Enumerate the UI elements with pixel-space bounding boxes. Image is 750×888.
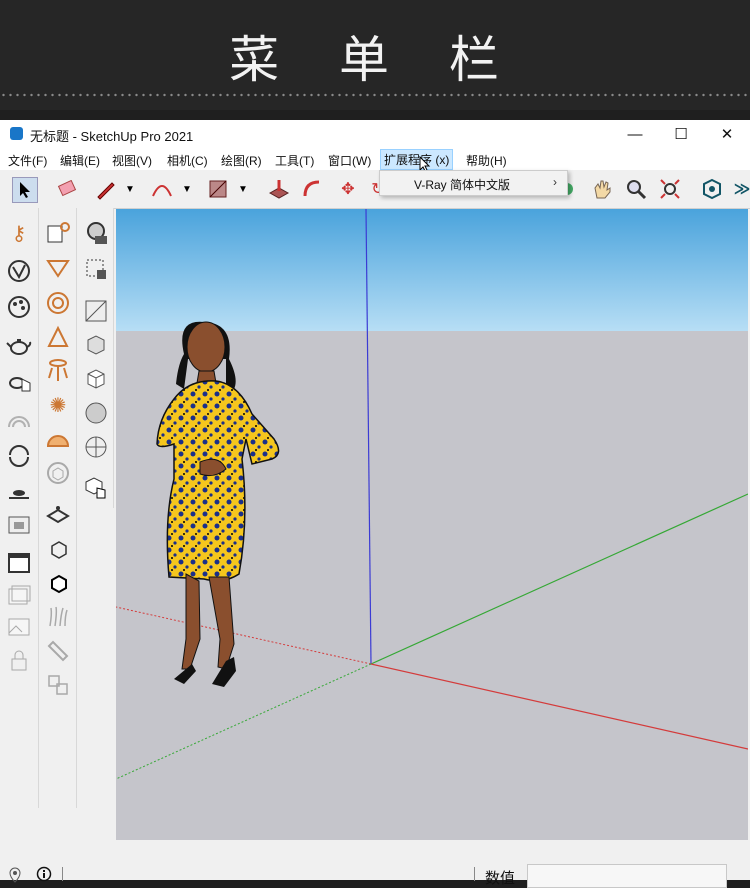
spot-light-icon[interactable]: [43, 322, 73, 352]
object-picker-icon[interactable]: [81, 472, 111, 502]
push-pull-icon[interactable]: [267, 177, 291, 201]
chevron-right-icon[interactable]: ≫: [730, 177, 750, 201]
menu-extensions[interactable]: 扩展程序 (x): [380, 149, 454, 170]
chevron-down-icon[interactable]: ▼: [118, 177, 142, 201]
extensions-dropdown: V-Ray 简体中文版 ›: [379, 170, 568, 196]
spherical-map-icon[interactable]: [81, 398, 111, 428]
key-icon[interactable]: ⚷: [4, 218, 34, 248]
pan-icon[interactable]: [590, 177, 614, 201]
title-bar: 无标题 - SketchUp Pro 2021 — ☐ ✕: [0, 120, 750, 148]
clipper-icon[interactable]: [43, 636, 73, 666]
banner: 菜 单 栏: [0, 0, 750, 110]
render-region-icon[interactable]: [4, 510, 34, 540]
cylindrical-map-icon[interactable]: [81, 432, 111, 462]
arc-icon[interactable]: [150, 177, 174, 201]
sketchup-window: 无标题 - SketchUp Pro 2021 — ☐ ✕ 文件(F) 编辑(E…: [0, 120, 750, 888]
planar-map-icon[interactable]: [81, 364, 111, 394]
menu-window[interactable]: 窗口(W): [325, 151, 374, 170]
proxy-import-icon[interactable]: [43, 568, 73, 598]
info-icon[interactable]: [36, 866, 52, 882]
status-divider: [62, 867, 63, 881]
menu-file[interactable]: 文件(F): [5, 151, 50, 170]
geo-location-icon[interactable]: [8, 867, 22, 883]
menu-camera[interactable]: 相机(C): [164, 151, 211, 170]
window-title: 无标题 - SketchUp Pro 2021: [30, 129, 194, 144]
image-icon[interactable]: [4, 612, 34, 642]
rainbow-icon[interactable]: [4, 404, 34, 434]
light-gen-icon[interactable]: [43, 218, 73, 248]
banner-title: 菜 单 栏: [229, 31, 521, 89]
close-button[interactable]: ✕: [704, 120, 750, 148]
menu-draw[interactable]: 绘图(R): [218, 151, 265, 170]
follow-me-icon[interactable]: [300, 177, 324, 201]
chevron-down-icon[interactable]: ▼: [231, 177, 255, 201]
eraser-icon[interactable]: [55, 177, 79, 201]
3d-viewport[interactable]: [116, 209, 748, 841]
status-bar: 数值: [0, 840, 750, 888]
left-toolbar-3: [77, 208, 114, 508]
vray-logo-icon[interactable]: [4, 256, 34, 286]
zoom-icon[interactable]: [624, 177, 648, 201]
fur-icon[interactable]: [43, 602, 73, 632]
menu-edit[interactable]: 编辑(E): [57, 151, 103, 170]
left-toolbar-1: ⚷: [0, 208, 39, 808]
window-icon[interactable]: [4, 548, 34, 578]
sphere-light-icon[interactable]: [43, 288, 73, 318]
main-toolbar: ▼ ▼ ▼ ✥ ↻ ≫: [0, 170, 750, 209]
measurement-label: 数值: [485, 870, 516, 887]
minimize-button[interactable]: —: [612, 120, 658, 148]
dome-light-icon[interactable]: [43, 424, 73, 454]
proxy-export-icon[interactable]: [43, 534, 73, 564]
ies-light-icon[interactable]: [43, 356, 73, 386]
chevron-down-icon[interactable]: ▼: [175, 177, 199, 201]
menu-bar: 文件(F) 编辑(E) 视图(V) 相机(C) 绘图(R) 工具(T) 窗口(W…: [0, 148, 750, 174]
status-divider: [474, 867, 475, 881]
submenu-arrow-icon: ›: [553, 175, 557, 189]
rectangle-icon[interactable]: [206, 177, 230, 201]
sketchup-logo-icon: [10, 127, 23, 140]
extension-warehouse-icon[interactable]: [700, 177, 724, 201]
omni-light-icon[interactable]: ✺: [43, 390, 73, 420]
move-icon[interactable]: ✥: [336, 177, 360, 201]
menu-view[interactable]: 视图(V): [109, 151, 155, 170]
menu-tools[interactable]: 工具(T): [272, 151, 317, 170]
teapot-icon[interactable]: [4, 330, 34, 360]
mesh-light-icon[interactable]: [43, 458, 73, 488]
box-map-icon[interactable]: [81, 330, 111, 360]
mesh-clipper-icon[interactable]: [43, 670, 73, 700]
scale-figure: [156, 321, 280, 687]
dropdown-item-vray[interactable]: V-Ray 简体中文版: [414, 176, 510, 193]
pencil-icon[interactable]: [94, 177, 118, 201]
texture-placement-icon[interactable]: [81, 296, 111, 326]
zoom-extents-icon[interactable]: [658, 177, 682, 201]
banner-divider: [0, 92, 750, 98]
lock-icon[interactable]: [4, 646, 34, 676]
left-toolbar-2: ✺: [39, 208, 77, 808]
rect-light-icon[interactable]: [43, 254, 73, 284]
frame-buffer-icon[interactable]: [4, 480, 34, 510]
material-sphere-icon[interactable]: [81, 218, 111, 248]
batch-render-icon[interactable]: [4, 580, 34, 610]
infinite-plane-icon[interactable]: [43, 500, 73, 530]
palette-icon[interactable]: [4, 292, 34, 322]
interactive-render-icon[interactable]: [4, 366, 34, 396]
uv-icon[interactable]: [81, 254, 111, 284]
select-arrow-icon[interactable]: [12, 177, 38, 203]
maximize-button[interactable]: ☐: [658, 120, 704, 148]
menu-help[interactable]: 帮助(H): [463, 151, 510, 170]
sync-icon[interactable]: [4, 440, 34, 470]
measurement-input[interactable]: [527, 864, 727, 888]
